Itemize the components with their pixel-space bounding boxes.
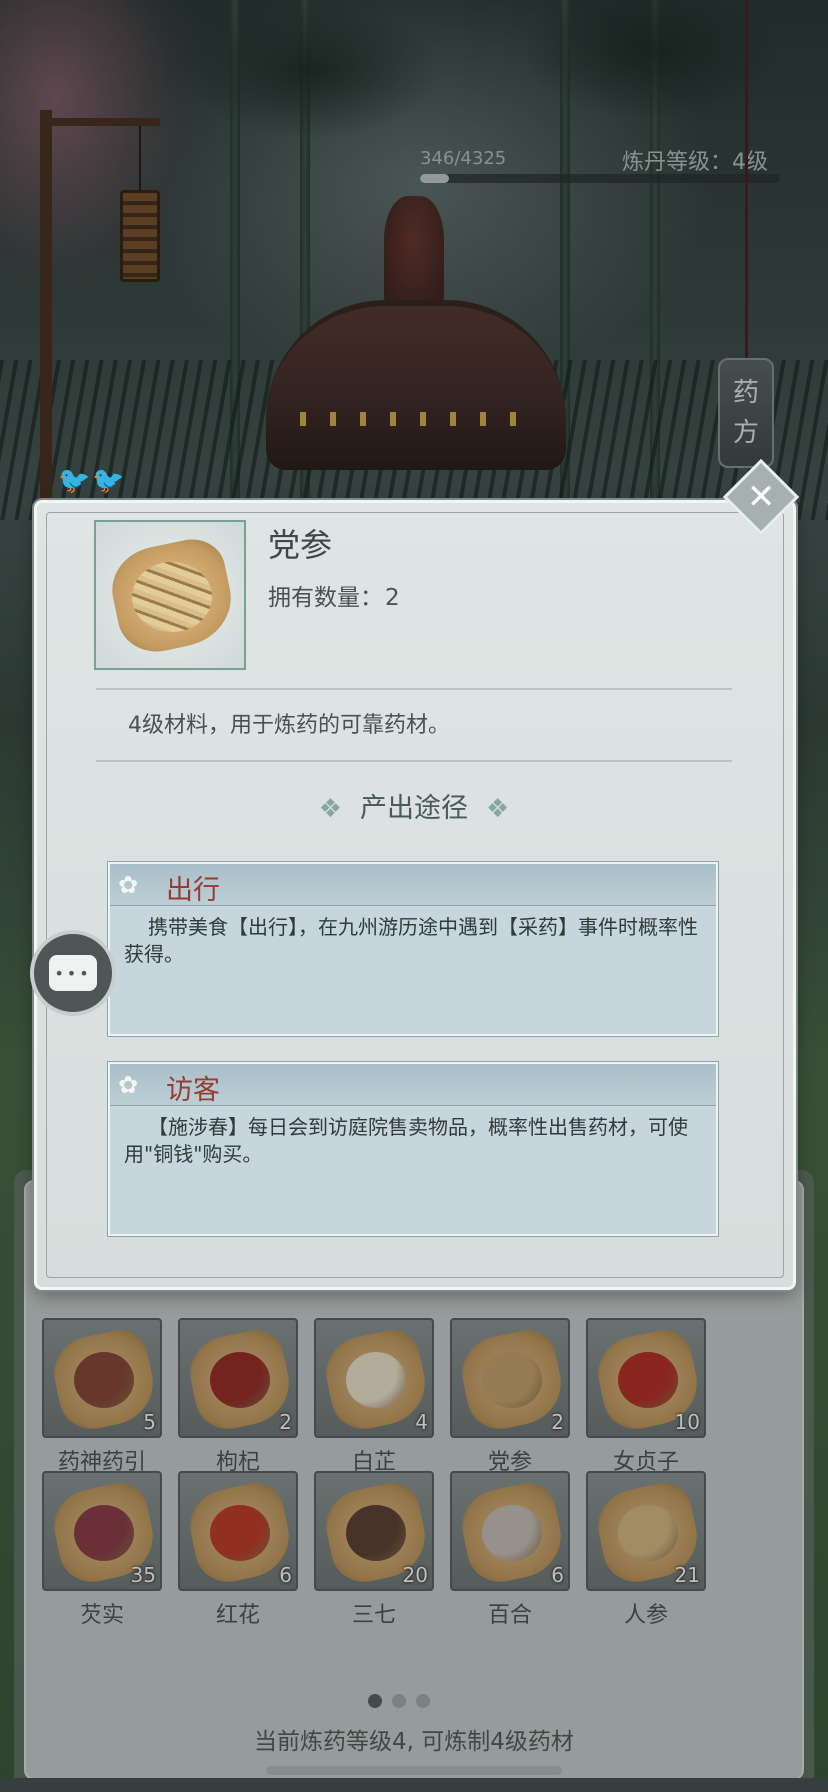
item-name: 党参 xyxy=(268,526,333,564)
item-count-value: 2 xyxy=(385,585,400,611)
item-description: 4级材料，用于炼药的可靠药材。 xyxy=(128,713,450,738)
source-card-header: ✿ 出行 xyxy=(110,864,716,906)
divider xyxy=(96,688,732,690)
lotus-icon: ✿ xyxy=(118,871,139,899)
source-card-text: 【施涉春】每日会到访庭院售卖物品，概率性出售药材，可使用"铜钱"购买。 xyxy=(124,1115,688,1166)
source-card-text: 携带美食【出行】，在九州游历途中遇到【采药】事件时概率性获得。 xyxy=(124,915,698,966)
chat-button[interactable]: ••• xyxy=(30,930,116,1016)
source-card-title: 出行 xyxy=(166,875,220,906)
divider xyxy=(96,760,732,762)
lotus-icon: ✿ xyxy=(118,1071,139,1099)
source-card-travel: ✿ 出行 携带美食【出行】，在九州游历途中遇到【采药】事件时概率性获得。 xyxy=(108,862,718,1036)
source-card-header: ✿ 访客 xyxy=(110,1064,716,1106)
source-section-title: ❖ 产出途径 ❖ xyxy=(0,786,828,825)
diamond-ornament-icon: ❖ xyxy=(486,794,510,824)
codonopsis-herb-icon xyxy=(132,562,212,632)
source-card-visitor: ✿ 访客 【施涉春】每日会到访庭院售卖物品，概率性出售药材，可使用"铜钱"购买。 xyxy=(108,1062,718,1236)
diamond-ornament-icon: ❖ xyxy=(318,794,342,824)
source-card-title: 访客 xyxy=(166,1075,220,1106)
item-owned-count: 拥有数量：2 xyxy=(268,578,400,612)
chat-bubble-icon: ••• xyxy=(49,955,97,991)
item-count-label: 拥有数量： xyxy=(268,585,383,611)
source-section-label: 产出途径 xyxy=(360,793,468,824)
item-icon xyxy=(94,520,246,670)
birds-decoration: 🐦🐦 xyxy=(58,466,127,496)
close-icon: ✕ xyxy=(746,477,776,517)
